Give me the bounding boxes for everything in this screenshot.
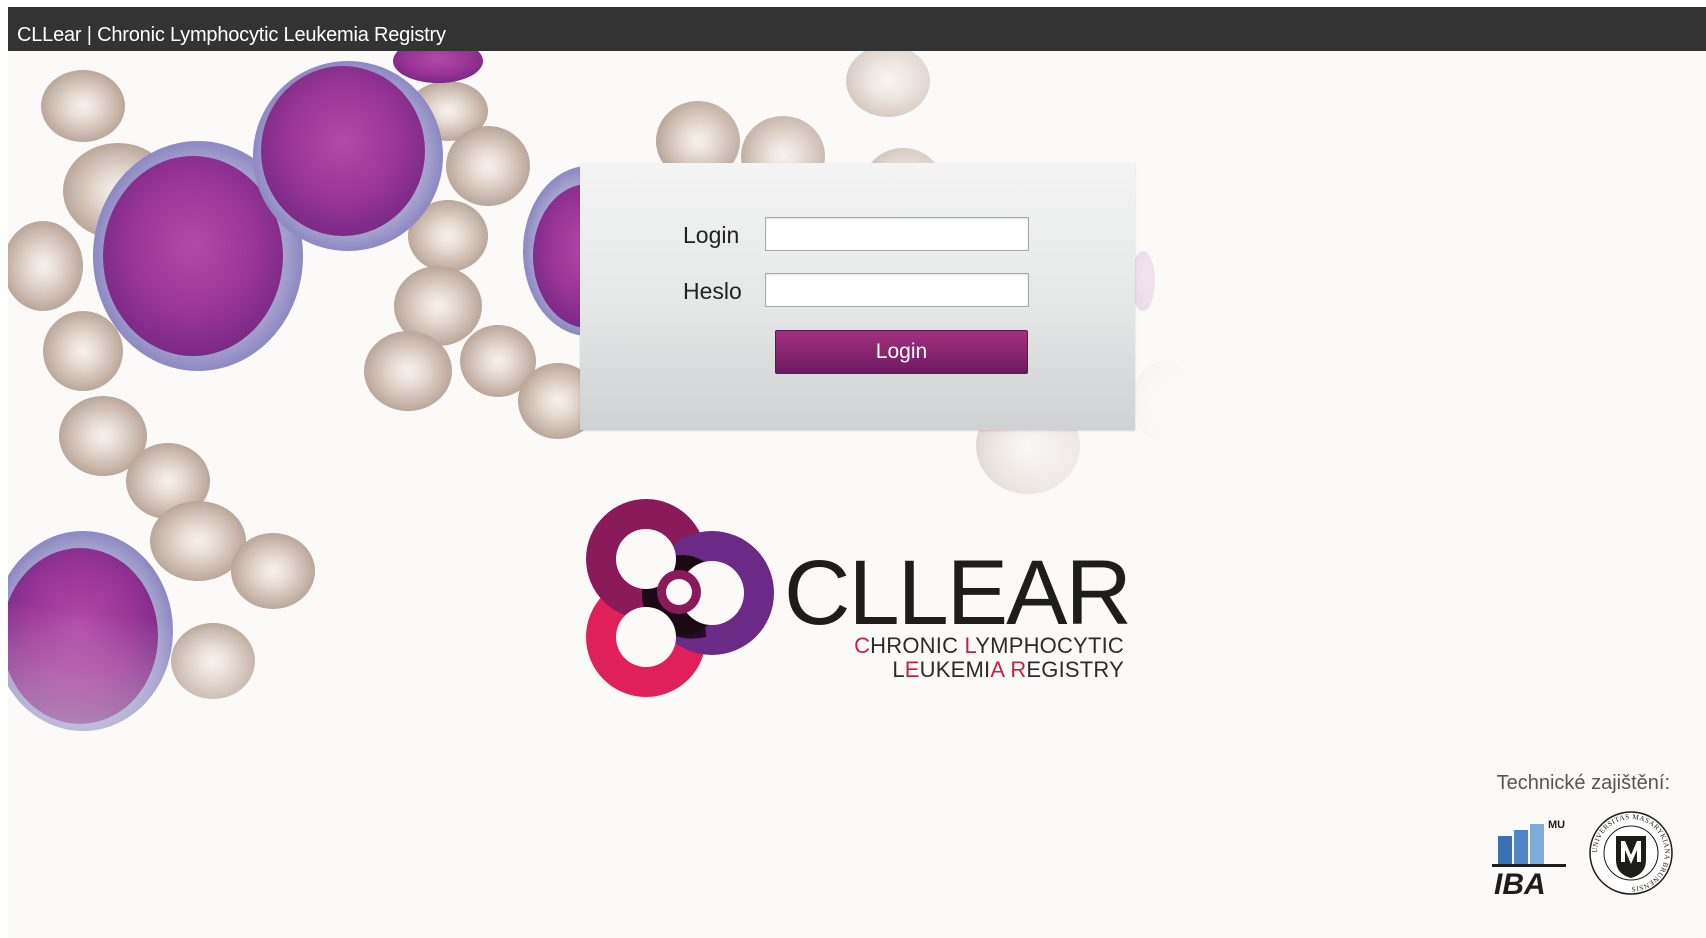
top-margin: [0, 0, 1706, 7]
login-panel: Login Heslo Login: [580, 163, 1135, 430]
left-margin: [0, 7, 8, 938]
login-input[interactable]: [765, 217, 1029, 251]
logo-wordmark: CLLEAR: [784, 542, 1132, 644]
iba-logo-text: IBA: [1494, 868, 1546, 898]
login-page: CLLear | Chronic Lymphocytic Leukemia Re…: [0, 0, 1706, 938]
logo-subtitle-text2: LEUKEMIA REGISTRY: [892, 657, 1124, 682]
logo-subtitle-line1: CHRONIC LYMPHOCYTIC: [854, 635, 1124, 657]
masaryk-university-seal-icon: UNIVERSITAS MASARYKIANA BRUNENSIS: [1589, 811, 1673, 895]
password-input[interactable]: [765, 273, 1029, 307]
rings-logo-icon: [586, 499, 774, 697]
login-label: Login: [683, 222, 740, 248]
logo-subtitle-line2: LEUKEMIA REGISTRY: [892, 659, 1124, 681]
iba-logo-badge: MU: [1548, 819, 1565, 831]
login-button[interactable]: Login: [775, 330, 1028, 374]
technical-support-label: Technické zajištění:: [1496, 772, 1670, 794]
iba-logo-icon: MU IBA: [1492, 818, 1566, 898]
cllear-logo: CLLEAR CHRONIC LYMPHOCYTIC LEUKEMIA REGI…: [584, 497, 1132, 697]
app-title: CLLear | Chronic Lymphocytic Leukemia Re…: [17, 24, 446, 46]
logo-subtitle-text1: CHRONIC LYMPHOCYTIC: [854, 633, 1124, 658]
app-title-bar: CLLear | Chronic Lymphocytic Leukemia Re…: [8, 7, 1706, 51]
password-label: Heslo: [683, 278, 742, 304]
